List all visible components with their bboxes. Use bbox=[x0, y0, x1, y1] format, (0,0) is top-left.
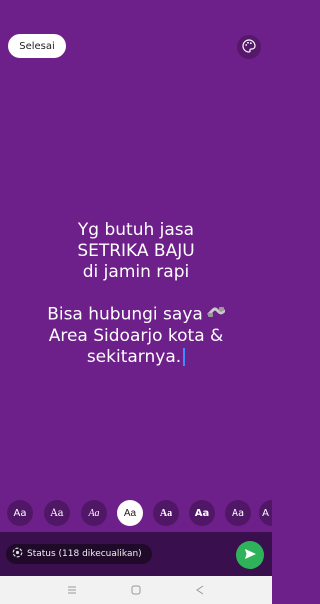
palette-icon bbox=[242, 38, 256, 57]
font-option[interactable]: Aa bbox=[81, 500, 107, 526]
system-nav-bar bbox=[0, 576, 272, 604]
back-icon[interactable] bbox=[192, 582, 208, 598]
font-option-selected[interactable]: Aa bbox=[117, 500, 143, 526]
status-icon bbox=[12, 547, 23, 561]
status-line-blank bbox=[8, 283, 264, 304]
status-line-with-caret: sekitarnya. bbox=[8, 347, 264, 368]
status-line: Yg butuh jasa bbox=[77, 220, 195, 240]
audience-label: Status (118 dikecualikan) bbox=[27, 549, 142, 559]
status-line: sekitarnya. bbox=[86, 346, 182, 367]
home-icon[interactable] bbox=[128, 582, 144, 598]
status-line: Area Sidoarjo kota & bbox=[48, 325, 224, 346]
status-line: Bisa hubungi saya bbox=[47, 304, 203, 325]
status-line: SETRIKA BAJU bbox=[77, 241, 195, 261]
font-options: Aa Aa Aa Aa Aa Aa Aa A bbox=[0, 500, 272, 526]
font-option[interactable]: Aa bbox=[225, 500, 251, 526]
bottom-bar: Status (118 dikecualikan) bbox=[0, 532, 272, 576]
text-caret bbox=[183, 347, 186, 366]
send-icon bbox=[243, 546, 257, 565]
font-option[interactable]: Aa bbox=[153, 500, 179, 526]
font-option[interactable]: Aa bbox=[189, 500, 215, 526]
status-line-with-icon: Bisa hubungi saya bbox=[8, 304, 264, 326]
send-button[interactable] bbox=[236, 541, 264, 569]
palette-button[interactable] bbox=[237, 35, 261, 59]
telephone-icon bbox=[207, 304, 226, 325]
done-button[interactable]: Selesai bbox=[8, 34, 66, 58]
font-option[interactable]: Aa bbox=[44, 500, 70, 526]
font-option-partial[interactable]: A bbox=[259, 500, 272, 526]
status-line: di jamin rapi bbox=[82, 262, 190, 282]
recents-icon[interactable] bbox=[64, 582, 80, 598]
font-option[interactable]: Aa bbox=[7, 500, 33, 526]
done-label: Selesai bbox=[19, 40, 55, 52]
status-audience-chip[interactable]: Status (118 dikecualikan) bbox=[6, 544, 152, 564]
status-text-editor[interactable]: Yg butuh jasa SETRIKA BAJU di jamin rapi… bbox=[8, 220, 264, 368]
